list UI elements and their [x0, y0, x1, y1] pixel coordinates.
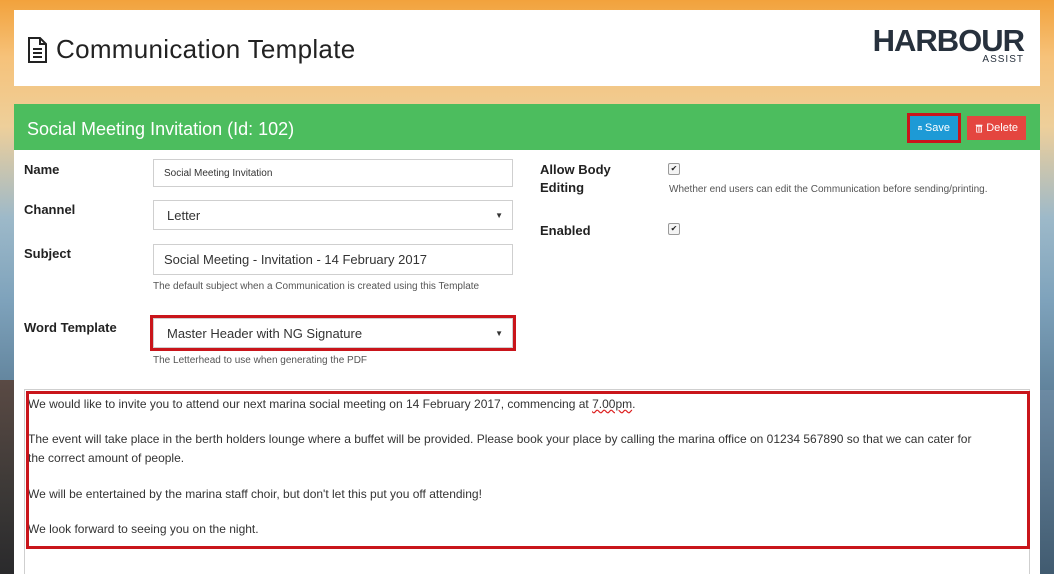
template-panel: Social Meeting Invitation (Id: 102) Save… [14, 104, 1040, 574]
checkmark-icon: ✔ [670, 164, 678, 173]
allow-body-editing-help: Whether end users can edit the Communica… [669, 184, 988, 195]
channel-label: Channel [24, 202, 76, 217]
background-left-strip [0, 380, 14, 574]
body-paragraph-2: The event will take place in the berth h… [28, 430, 1028, 468]
document-icon [28, 36, 47, 63]
subject-label: Subject [24, 246, 71, 261]
word-template-select[interactable]: Master Header with NG Signature ▼ [150, 315, 516, 351]
enabled-label: Enabled [540, 223, 591, 238]
chevron-down-icon: ▼ [495, 328, 503, 338]
allow-body-editing-label: Allow Body Editing [540, 161, 611, 197]
harbour-assist-logo: HARBOUR ASSIST [872, 23, 1025, 65]
chevron-down-icon: ▼ [495, 210, 503, 220]
floppy-disk-icon [918, 126, 922, 130]
save-button[interactable]: Save [907, 113, 961, 143]
body-paragraph-1-time: 7.00pm [592, 397, 633, 411]
body-paragraph-1-text: We would like to invite you to attend ou… [28, 397, 593, 411]
trash-icon [975, 124, 983, 133]
body-paragraph-1: We would like to invite you to attend ou… [28, 395, 1028, 414]
word-template-select-value: Master Header with NG Signature [167, 325, 363, 341]
body-paragraph-2-line-2: the correct amount of people. [28, 451, 185, 465]
name-field[interactable] [153, 159, 513, 187]
body-paragraph-3: We will be entertained by the marina sta… [28, 487, 482, 501]
background-right-strip [1040, 390, 1054, 574]
panel-header: Social Meeting Invitation (Id: 102) Save… [14, 104, 1040, 150]
channel-select[interactable]: Letter ▼ [153, 200, 513, 230]
word-template-help: The Letterhead to use when generating th… [153, 355, 368, 366]
body-paragraph-1-end: . [632, 397, 636, 411]
delete-button[interactable]: Delete [967, 116, 1026, 140]
page-title: Communication Template [26, 34, 355, 65]
allow-body-editing-label-line1: Allow Body [540, 162, 611, 177]
subject-field[interactable] [153, 244, 513, 275]
panel-title: Social Meeting Invitation (Id: 102) [27, 119, 295, 139]
name-label: Name [24, 162, 60, 177]
body-paragraph-2-line-1: The event will take place in the berth h… [28, 432, 972, 446]
page-header: Communication Template HARBOUR ASSIST [14, 10, 1040, 86]
delete-button-label: Delete [986, 122, 1018, 134]
logo-word: HARBOUR [872, 23, 1025, 58]
allow-body-editing-label-line2: Editing [540, 180, 585, 195]
word-template-label: Word Template [24, 320, 117, 335]
checkmark-icon: ✔ [670, 224, 678, 233]
page-title-text: Communication Template [56, 34, 356, 64]
allow-body-editing-checkbox[interactable]: ✔ [668, 163, 680, 175]
body-editor[interactable] [24, 389, 1030, 574]
body-paragraph-4: We look forward to seeing you on the nig… [28, 522, 259, 536]
channel-select-value: Letter [167, 207, 201, 223]
enabled-checkbox[interactable]: ✔ [668, 223, 680, 235]
save-button-label: Save [924, 122, 950, 134]
subject-help: The default subject when a Communication… [153, 281, 480, 292]
